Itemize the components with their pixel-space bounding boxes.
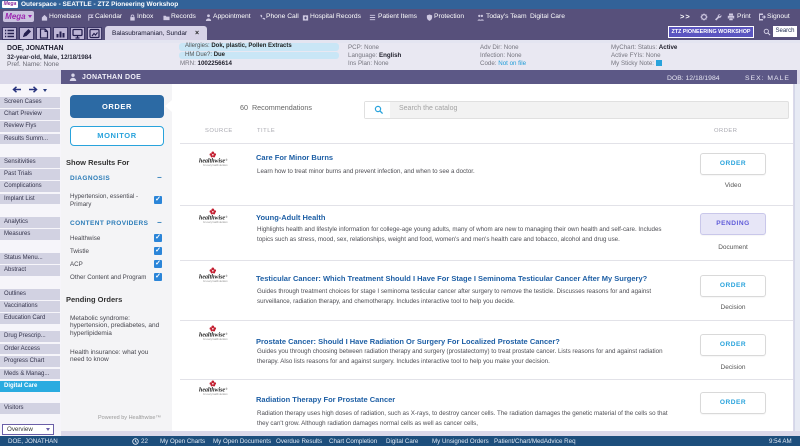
svg-text:for every health decision: for every health decision bbox=[203, 280, 228, 283]
svg-text:®: ® bbox=[226, 275, 228, 278]
svg-text:healthwise: healthwise bbox=[199, 216, 225, 222]
svg-text:for every health decision: for every health decision bbox=[203, 393, 228, 396]
svg-text:for every health decision: for every health decision bbox=[203, 338, 228, 341]
svg-text:for every health decision: for every health decision bbox=[203, 164, 228, 167]
svg-text:healthwise: healthwise bbox=[199, 159, 225, 165]
svg-text:healthwise: healthwise bbox=[199, 333, 225, 339]
svg-text:healthwise: healthwise bbox=[199, 388, 225, 394]
svg-text:healthwise: healthwise bbox=[199, 275, 225, 281]
svg-text:for every health decision: for every health decision bbox=[203, 221, 228, 224]
svg-text:®: ® bbox=[226, 333, 228, 336]
svg-text:®: ® bbox=[226, 216, 228, 219]
svg-text:®: ® bbox=[226, 159, 228, 162]
svg-text:®: ® bbox=[226, 388, 228, 391]
